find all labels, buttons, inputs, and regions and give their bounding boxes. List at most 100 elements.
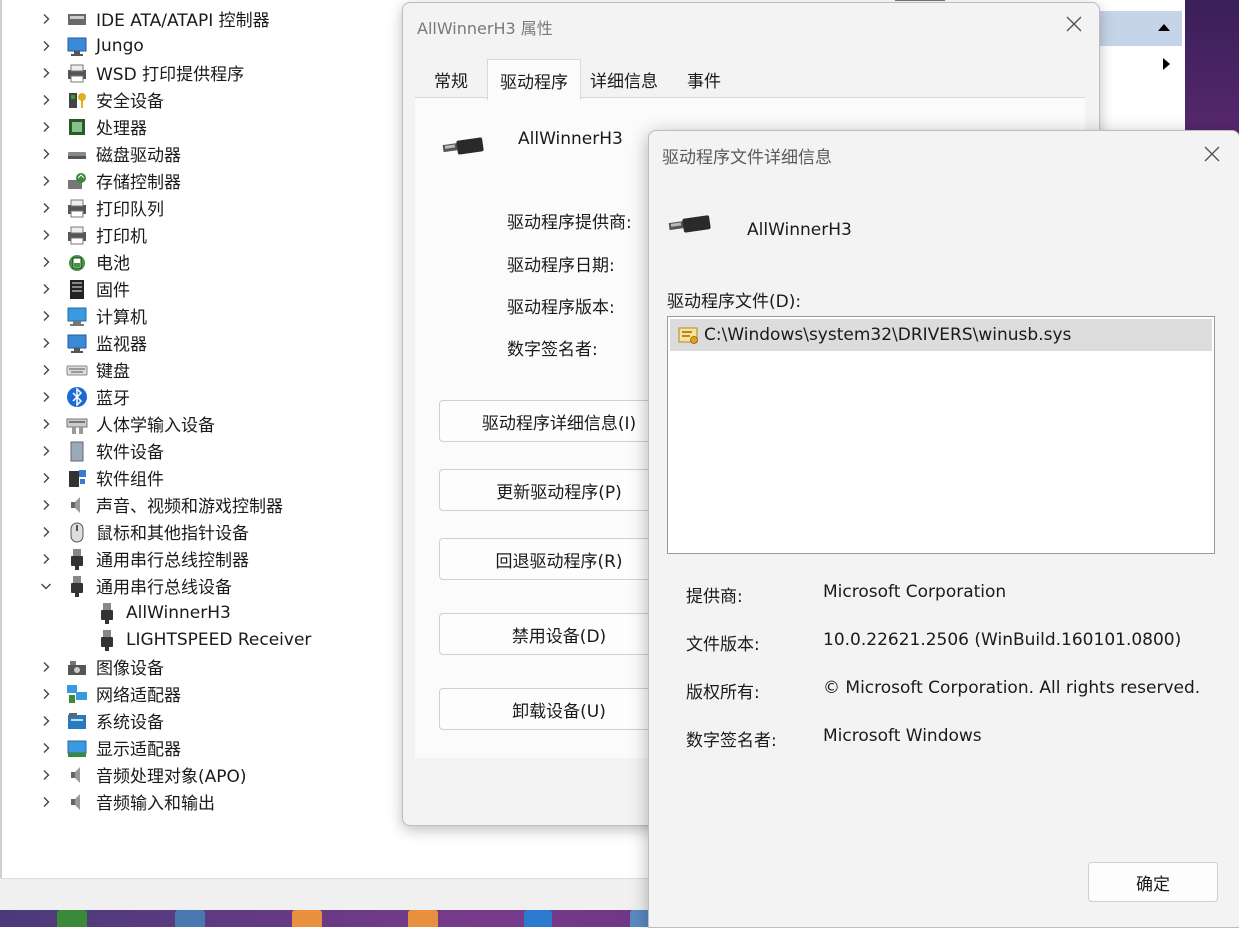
tree-category-item[interactable]: 通用串行总线控制器 [40,545,249,572]
tree-category-item[interactable]: 固件 [40,275,130,302]
tab-events[interactable]: 事件 [669,61,739,98]
chevron-right-icon[interactable] [40,94,52,106]
software-component-icon [66,467,88,489]
python-icon[interactable] [175,910,205,927]
chevron-right-icon[interactable] [40,202,52,214]
uninstall-device-button[interactable]: 卸载设备(U) [439,688,679,730]
chevron-right-icon[interactable] [40,364,52,376]
tab-details[interactable]: 详细信息 [579,61,669,98]
ok-button[interactable]: 确定 [1088,862,1218,902]
driver-details-button[interactable]: 驱动程序详细信息(I) [439,400,679,442]
tree-category-item[interactable]: 音频输入和输出 [40,788,215,815]
tree-category-item[interactable]: 计算机 [40,302,147,329]
tree-category-item[interactable]: 存储控制器 [40,167,181,194]
close-icon[interactable] [1201,143,1223,165]
chevron-right-icon[interactable] [40,769,52,781]
window-border [0,0,2,878]
chevron-right-icon[interactable] [40,67,52,79]
roll-back-driver-button[interactable]: 回退驱动程序(R) [439,538,679,580]
tree-child-item[interactable]: LIGHTSPEED Receiver [96,626,311,653]
chevron-right-icon[interactable] [40,256,52,268]
collapse-up-arrow-icon[interactable] [1158,24,1170,31]
chevron-right-icon[interactable] [40,121,52,133]
chevron-right-icon[interactable] [40,283,52,295]
chevron-right-icon[interactable] [40,742,52,754]
digital-signer-label: 数字签名者: [507,340,598,360]
chevron-right-icon[interactable] [40,445,52,457]
taskbar-app-icon[interactable] [524,910,552,927]
tab-driver[interactable]: 驱动程序 [487,59,581,100]
display-adapter-icon [66,737,88,759]
chevron-right-icon[interactable] [40,715,52,727]
tree-item-label: 打印机 [96,227,147,247]
chevron-right-icon[interactable] [40,175,52,187]
tree-category-item[interactable]: 系统设备 [40,707,164,734]
tree-category-item[interactable]: 声音、视频和游戏控制器 [40,491,283,518]
chevron-down-icon[interactable] [40,580,52,592]
tree-category-item[interactable]: 打印机 [40,221,147,248]
chevron-right-icon[interactable] [40,337,52,349]
hid-icon [66,413,88,435]
pdf-icon[interactable] [408,910,438,927]
chevron-right-icon[interactable] [40,418,52,430]
tree-child-item[interactable]: AllWinnerH3 [96,599,231,626]
tree-category-item[interactable]: 通用串行总线设备 [40,572,232,599]
chevron-right-icon[interactable] [40,499,52,511]
taskbar-app-icon[interactable] [57,910,87,927]
tree-item-label: 网络适配器 [96,686,181,706]
list-item[interactable]: C:\Windows\system32\DRIVERS\winusb.sys [670,319,1212,351]
tree-category-item[interactable]: 人体学输入设备 [40,410,215,437]
tree-category-item[interactable]: 软件组件 [40,464,164,491]
chevron-right-icon[interactable] [40,148,52,160]
chevron-right-icon[interactable] [40,310,52,322]
expand-right-arrow-icon[interactable] [1163,58,1170,70]
security-key-icon [66,89,88,111]
tree-category-item[interactable]: 监视器 [40,329,147,356]
chevron-right-icon[interactable] [40,13,52,25]
pdf-icon[interactable] [292,910,322,927]
chevron-right-icon[interactable] [40,472,52,484]
tree-category-item[interactable]: 音频处理对象(APO) [40,761,247,788]
tree-category-item[interactable]: 安全设备 [40,86,164,113]
system-device-icon [66,710,88,732]
tree-item-label: 通用串行总线设备 [96,578,232,598]
tree-item-label: 软件组件 [96,470,164,490]
processor-icon [66,116,88,138]
close-icon[interactable] [1063,13,1085,35]
tree-category-item[interactable]: 打印队列 [40,194,164,221]
tree-category-item[interactable]: 鼠标和其他指针设备 [40,518,249,545]
tree-category-item[interactable]: WSD 打印提供程序 [40,59,244,86]
tree-category-item[interactable]: 网络适配器 [40,680,181,707]
tree-category-item[interactable]: Jungo [40,32,144,59]
chevron-right-icon[interactable] [40,40,52,52]
chevron-right-icon[interactable] [40,661,52,673]
chevron-right-icon[interactable] [40,796,52,808]
driver-files-list[interactable]: C:\Windows\system32\DRIVERS\winusb.sys [667,316,1215,554]
chevron-right-icon[interactable] [40,391,52,403]
tree-category-item[interactable]: IDE ATA/ATAPI 控制器 [40,5,270,32]
tree-category-item[interactable]: 磁盘驱动器 [40,140,181,167]
tree-category-item[interactable]: 显示适配器 [40,734,181,761]
disk-drive-icon [66,143,88,165]
disable-device-button[interactable]: 禁用设备(D) [439,613,679,655]
tab-general[interactable]: 常规 [415,61,487,98]
tree-item-label: AllWinnerH3 [126,602,231,623]
driver-provider-label: 驱动程序提供商: [507,213,632,233]
tree-item-label: 固件 [96,281,130,301]
tree-category-item[interactable]: 电池 [40,248,130,275]
update-driver-button[interactable]: 更新驱动程序(P) [439,469,679,511]
chevron-right-icon[interactable] [40,526,52,538]
tree-item-label: 处理器 [96,119,147,139]
tree-category-item[interactable]: 蓝牙 [40,383,130,410]
tree-category-item[interactable]: 键盘 [40,356,130,383]
chevron-right-icon[interactable] [40,229,52,241]
chevron-right-icon[interactable] [40,688,52,700]
software-device-icon [66,440,88,462]
usb-plug-icon [441,131,487,161]
digital-signer-label: 数字签名者: [686,731,777,751]
tree-category-item[interactable]: 图像设备 [40,653,164,680]
tree-category-item[interactable]: 处理器 [40,113,147,140]
taskbar-app-icon[interactable] [630,910,650,927]
tree-category-item[interactable]: 软件设备 [40,437,164,464]
chevron-right-icon[interactable] [40,553,52,565]
